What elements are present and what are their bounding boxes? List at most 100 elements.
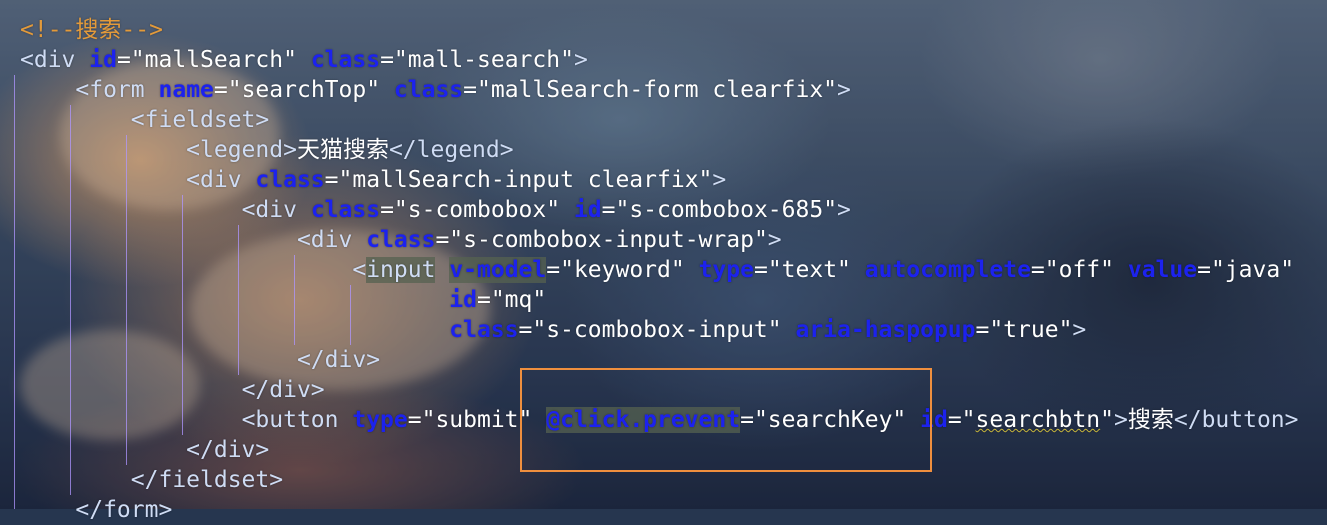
code-line[interactable]: </div> <box>20 375 1299 405</box>
code-line[interactable]: <!--搜索--> <box>20 15 1299 45</box>
code-attribute-token: id <box>573 197 602 223</box>
code-value-token: 天猫搜索 <box>296 137 389 163</box>
code-tag-token: <legend> <box>186 137 297 163</box>
code-attribute-token: @click.prevent <box>546 407 741 433</box>
code-attribute-token: autocomplete <box>864 257 1031 283</box>
code-line[interactable]: </div> <box>20 435 1299 465</box>
code-value-token: ="text" <box>753 257 865 283</box>
code-attribute-token: value <box>1127 257 1198 283</box>
code-value-token: ="searchTop" <box>213 77 394 103</box>
code-attribute-token: v-model <box>449 257 547 283</box>
code-line[interactable]: <button type="submit" @click.prevent="se… <box>20 405 1299 435</box>
code-tag-token: <div <box>186 167 242 193</box>
code-tag-token: < <box>352 257 367 283</box>
code-line[interactable]: class="s-combobox-input" aria-haspopup="… <box>20 315 1299 345</box>
code-line[interactable]: <div class="mallSearch-input clearfix"> <box>20 165 1299 195</box>
code-attribute-token: type <box>352 407 408 433</box>
code-line[interactable]: <fieldset> <box>20 105 1299 135</box>
code-value-token: ="mallSearch" <box>116 47 311 73</box>
code-tag-token: </div> <box>296 347 381 373</box>
code-value-token: 搜索 <box>1127 407 1174 433</box>
code-tag-token: > <box>837 77 851 103</box>
code-attribute-token: aria-haspopup <box>795 317 976 343</box>
code-value-token: =" <box>947 407 976 433</box>
code-value-token: ="submit" <box>407 407 547 433</box>
code-value-token: ="mq" <box>476 287 547 313</box>
code-value-token: ="off" <box>1030 257 1128 283</box>
code-attribute-token: class <box>310 47 381 73</box>
code-tag-token: <form <box>75 77 145 103</box>
code-value-token: ="s-combobox-input" <box>518 317 796 343</box>
code-line[interactable]: </fieldset> <box>20 465 1299 495</box>
code-attribute-token: class <box>393 77 464 103</box>
code-tag-token: <fieldset> <box>130 107 270 133</box>
code-attribute-token: name <box>158 77 214 103</box>
code-line[interactable]: <div class="s-combobox-input-wrap"> <box>20 225 1299 255</box>
code-value-token: ="java" <box>1197 257 1295 283</box>
code-attribute-token: class <box>449 317 519 343</box>
code-line[interactable]: </div> <box>20 345 1299 375</box>
code-tag-token: > <box>573 47 588 73</box>
code-tag-token: </div> <box>186 437 270 463</box>
code-tag-token: > <box>837 197 851 223</box>
code-line[interactable]: </form> <box>20 495 1299 525</box>
code-value-token: ="s-combobox-input-wrap" <box>435 227 768 253</box>
indent-guide <box>14 75 15 509</box>
code-tag-token: </button> <box>1173 407 1299 433</box>
code-attribute-token: id <box>89 47 117 73</box>
code-attribute-token: class <box>366 227 436 253</box>
code-value-token: " <box>1100 407 1115 433</box>
code-line[interactable]: <legend>天猫搜索</legend> <box>20 135 1299 165</box>
code-value-token: ="mallSearch-form clearfix" <box>463 77 838 103</box>
code-value-token: searchbtn <box>975 407 1101 433</box>
code-value-token: ="keyword" <box>546 257 699 283</box>
code-tag-token: <div <box>20 47 76 73</box>
code-value-token: ="true" <box>975 317 1073 343</box>
code-tag-token: > <box>712 167 727 193</box>
code-line[interactable]: <form name="searchTop" class="mallSearch… <box>20 75 1299 105</box>
code-tag-token: </form> <box>75 497 173 523</box>
code-tag-token: <button <box>241 407 339 433</box>
code-tag-token: </div> <box>241 377 325 403</box>
code-tag-token: > <box>1114 407 1128 433</box>
code-value-token: ="mallSearch-input clearfix" <box>324 167 713 193</box>
code-value-token: ="s-combobox" <box>380 197 574 223</box>
code-value-token: ="searchKey" <box>740 407 921 433</box>
code-editor-text[interactable]: <!--搜索--> <div id="mallSearch" class="mal… <box>20 15 1299 525</box>
code-attribute-token: id <box>920 407 948 433</box>
code-line[interactable]: <input v-model="keyword" type="text" aut… <box>20 255 1299 285</box>
code-tag-token: > <box>1072 317 1087 343</box>
code-attribute-token: class <box>255 167 325 193</box>
code-tag-token: </legend> <box>388 137 514 163</box>
code-comment-token: <!--搜索--> <box>20 17 163 43</box>
code-line[interactable]: <div class="s-combobox" id="s-combobox-6… <box>20 195 1299 225</box>
code-tag-token: <div <box>296 227 353 253</box>
code-tag-token: input <box>366 257 436 283</box>
code-value-token: ="s-combobox-685" <box>601 197 838 223</box>
code-attribute-token: id <box>449 287 477 313</box>
code-line[interactable]: <div id="mallSearch" class="mall-search"… <box>20 45 1299 75</box>
code-line[interactable]: id="mq" <box>20 285 1299 315</box>
code-tag-token: <div <box>241 197 297 223</box>
code-value-token: ="mall-search" <box>380 47 574 73</box>
